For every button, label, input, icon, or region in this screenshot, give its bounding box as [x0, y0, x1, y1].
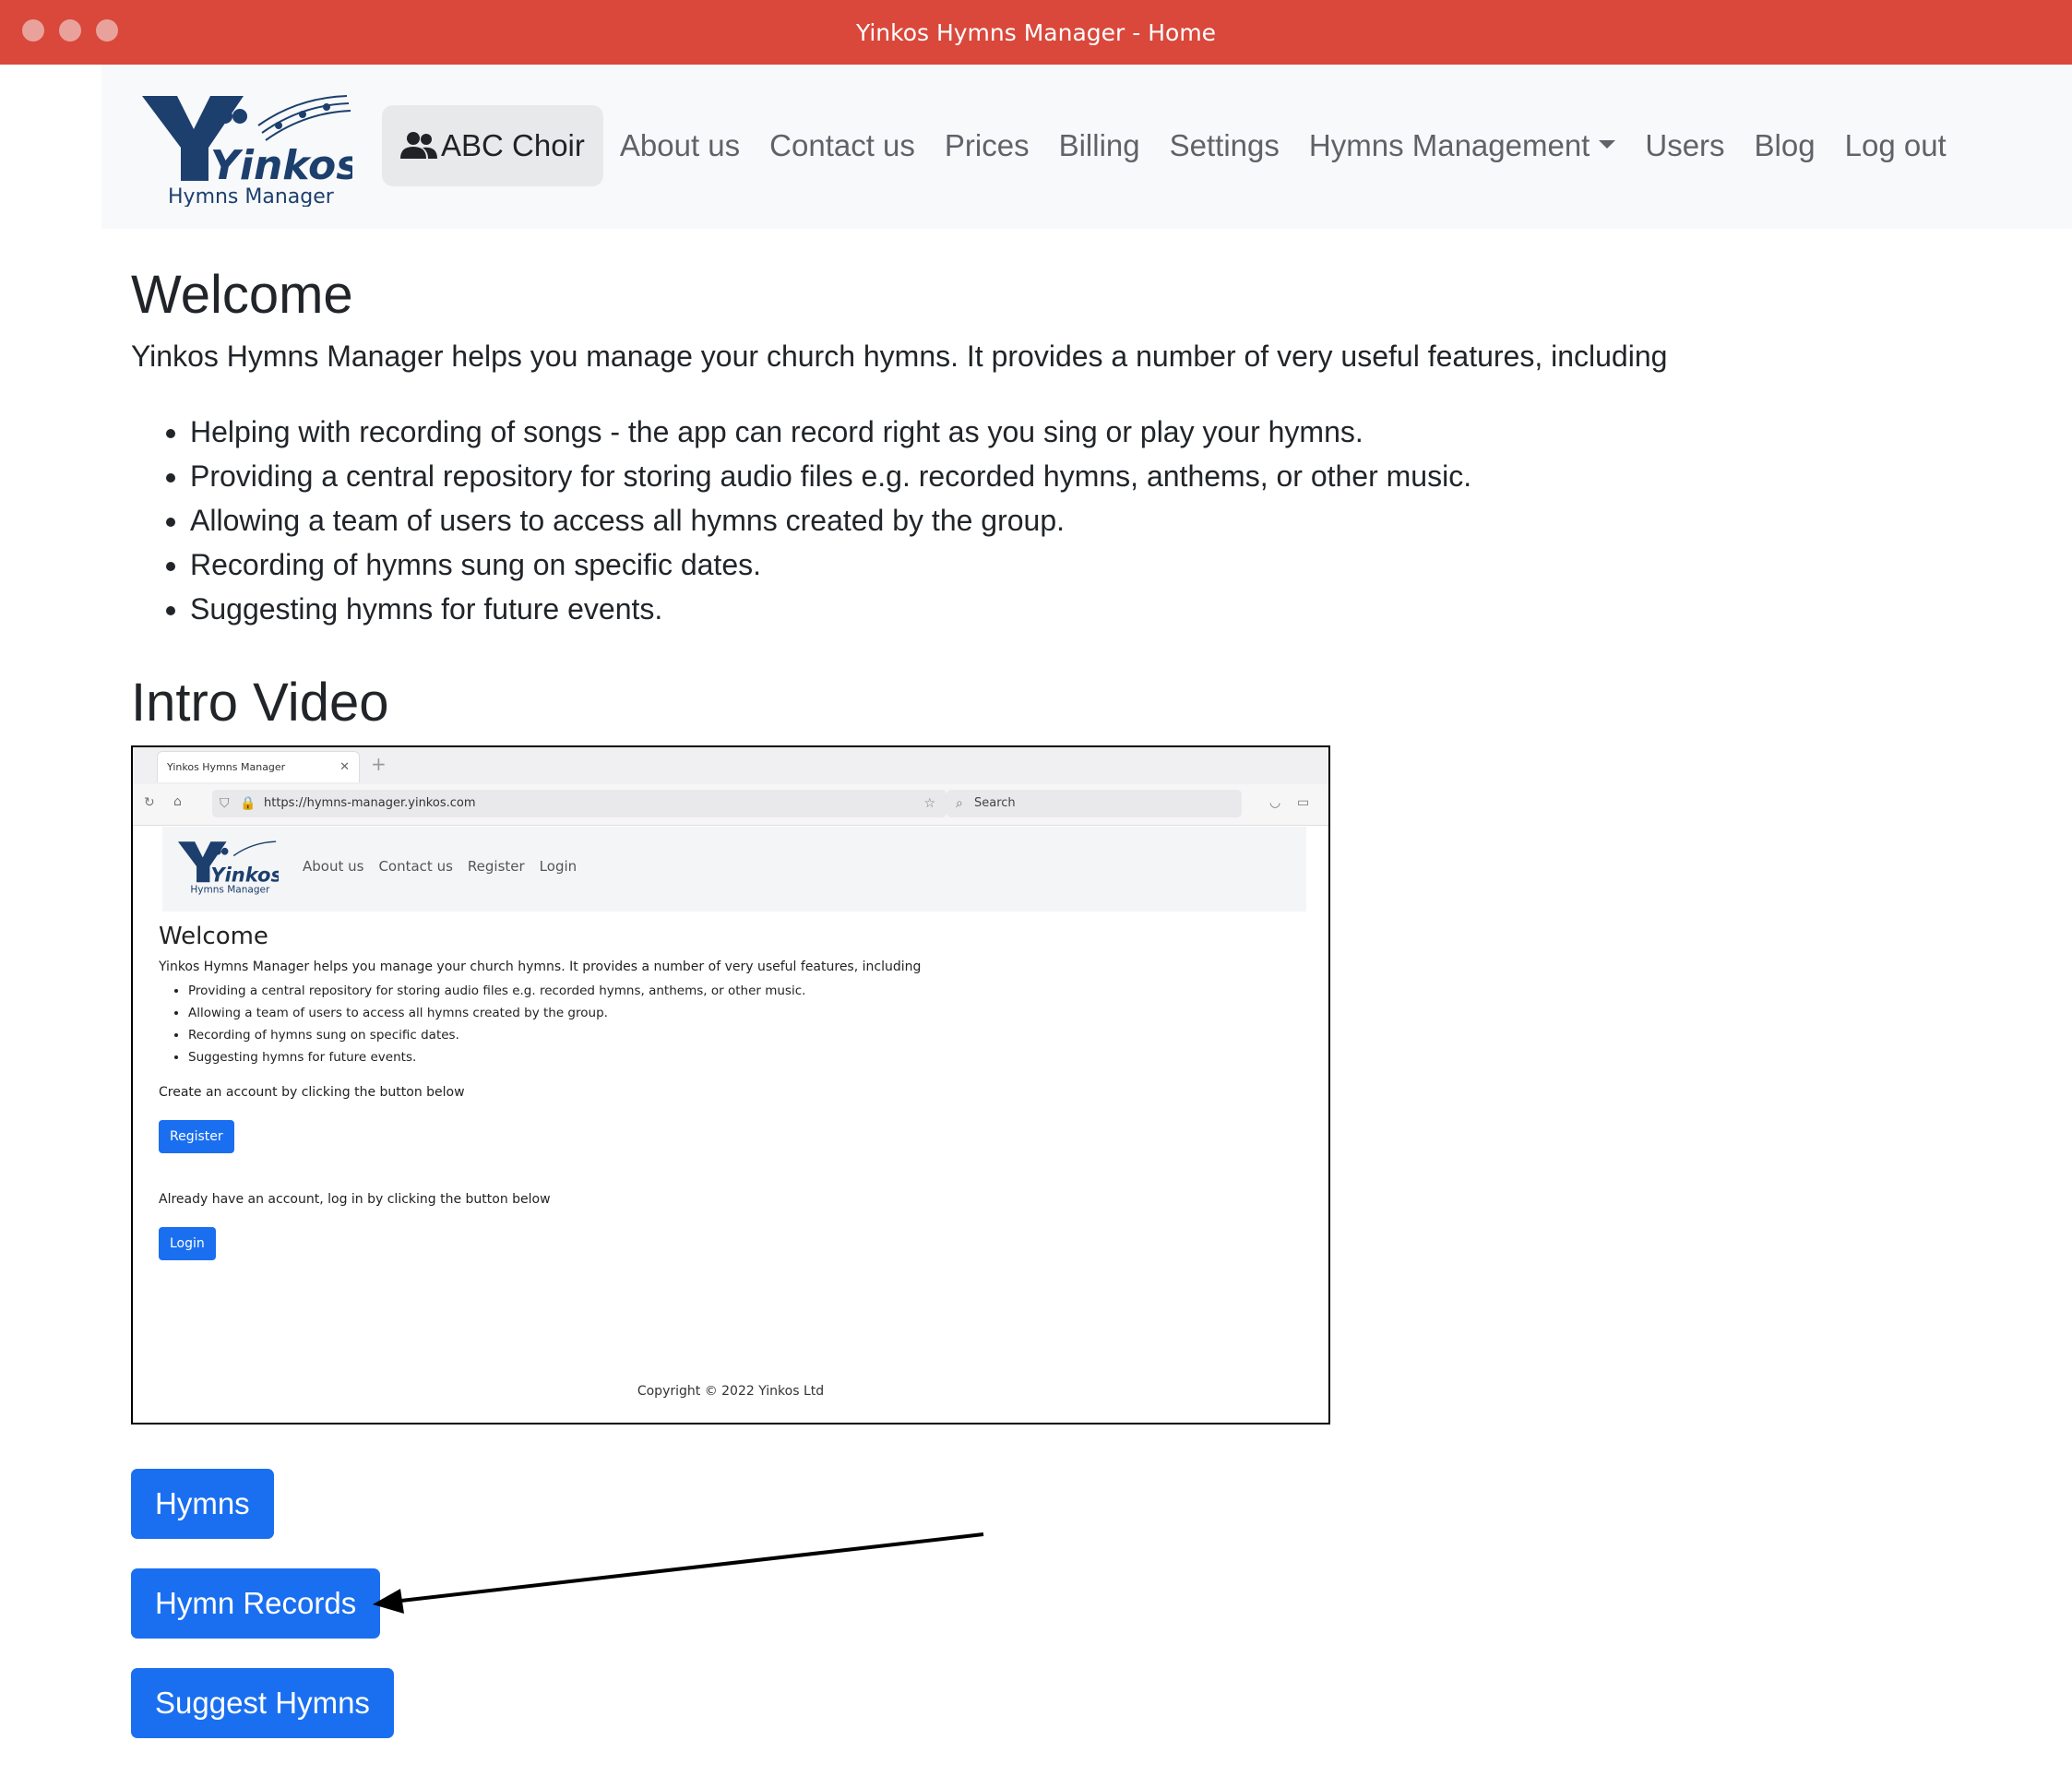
plus-icon: + — [371, 753, 387, 775]
video-login-text: Already have an account, log in by click… — [159, 1192, 551, 1207]
suggest-hymns-button[interactable]: Suggest Hymns — [131, 1668, 394, 1738]
feature-item: Providing a central repository for stori… — [190, 454, 1471, 498]
nav-item-abc-choir[interactable]: ABC Choir — [382, 105, 603, 186]
video-register-button: Register — [159, 1120, 234, 1153]
zoom-window-button[interactable] — [96, 19, 118, 42]
video-logo-text: Yinkos — [210, 863, 279, 886]
lock-icon: 🔒 — [240, 796, 256, 811]
minimize-window-button[interactable] — [59, 19, 81, 42]
star-icon: ☆ — [923, 796, 935, 811]
annotation-arrow-icon — [373, 1532, 984, 1614]
video-nav-about: About us — [303, 858, 364, 875]
video-create-text: Create an account by clicking the button… — [159, 1085, 465, 1100]
video-feature-item: Allowing a team of users to access all h… — [188, 1002, 805, 1024]
nav-item-hymns-management[interactable]: Hymns Management — [1294, 105, 1630, 186]
welcome-heading: Welcome — [131, 265, 353, 325]
nav-item-contact-us[interactable]: Contact us — [755, 105, 930, 186]
yinkos-logo[interactable]: Yinkos Hymns Manager — [140, 89, 352, 207]
video-browser-tabbar: Yinkos Hymns Manager ✕ + — [133, 747, 1328, 784]
feature-list: Helping with recording of songs - the ap… — [131, 410, 1471, 631]
intro-video-heading: Intro Video — [131, 673, 389, 733]
hymn-records-button[interactable]: Hymn Records — [131, 1568, 381, 1639]
video-nav-links: About us Contact us Register Login — [303, 858, 577, 875]
video-login-button: Login — [159, 1227, 216, 1260]
video-logo-subtitle: Hymns Manager — [190, 885, 270, 896]
nav-item-billing[interactable]: Billing — [1044, 105, 1155, 186]
intro-text: Yinkos Hymns Manager helps you manage yo… — [131, 340, 1668, 373]
logo-subtitle: Hymns Manager — [168, 185, 335, 207]
home-icon: ⌂ — [173, 794, 182, 809]
nav-item-users[interactable]: Users — [1630, 105, 1739, 186]
close-window-button[interactable] — [22, 19, 44, 42]
video-search-field: ⌕ Search — [947, 790, 1242, 817]
video-footer: Copyright © 2022 Yinkos Ltd — [637, 1384, 825, 1399]
video-tab-title: Yinkos Hymns Manager — [167, 761, 286, 773]
reload-icon: ↻ — [144, 795, 155, 810]
video-search-placeholder: Search — [974, 796, 1016, 810]
nav-item-label: ABC Choir — [441, 128, 585, 162]
intro-video[interactable]: Yinkos Hymns Manager ✕ + ↻ ⌂ ⛉ 🔒 https:/… — [131, 745, 1330, 1424]
video-url-field: ⛉ 🔒 https://hymns-manager.yinkos.com ☆ — [212, 790, 947, 817]
feature-item: Recording of hymns sung on specific date… — [190, 542, 1471, 587]
nav-item-settings[interactable]: Settings — [1155, 105, 1294, 186]
window-controls[interactable] — [22, 19, 118, 42]
nav-item-about-us[interactable]: About us — [605, 105, 755, 186]
feature-item: Suggesting hymns for future events. — [190, 587, 1471, 631]
nav-item-blog[interactable]: Blog — [1740, 105, 1830, 186]
video-url-text: https://hymns-manager.yinkos.com — [264, 796, 476, 810]
video-nav-register: Register — [467, 858, 525, 875]
logo-text: Yinkos — [210, 142, 352, 189]
window-title: Yinkos Hymns Manager - Home — [855, 18, 1217, 46]
video-welcome-heading: Welcome — [159, 923, 268, 950]
nav-item-label: Hymns Management — [1308, 128, 1590, 162]
search-icon: ⌕ — [956, 796, 963, 811]
video-feature-list: Providing a central repository for stori… — [159, 980, 805, 1068]
video-feature-item: Recording of hymns sung on specific date… — [188, 1024, 805, 1046]
window-titlebar: Yinkos Hymns Manager - Home — [0, 0, 2072, 65]
main-nav: ABC Choir About us Contact us Prices Bil… — [382, 105, 1961, 186]
video-feature-item: Providing a central repository for stori… — [188, 980, 805, 1002]
feature-item: Helping with recording of songs - the ap… — [190, 410, 1471, 454]
video-feature-item: Suggesting hymns for future events. — [188, 1046, 805, 1068]
video-browser-tab: Yinkos Hymns Manager ✕ — [157, 751, 360, 782]
shield-icon: ⛉ — [220, 796, 230, 811]
video-yinkos-logo: Yinkos Hymns Manager — [177, 840, 279, 896]
hymns-button[interactable]: Hymns — [131, 1469, 274, 1539]
feature-item: Allowing a team of users to access all h… — [190, 498, 1471, 542]
navbar: Yinkos Hymns Manager ABC Choir About us … — [101, 65, 2072, 229]
nav-item-log-out[interactable]: Log out — [1830, 105, 1961, 186]
pocket-icon: ◡ — [1269, 795, 1281, 810]
caret-down-icon — [1599, 139, 1616, 149]
close-icon: ✕ — [339, 760, 350, 774]
video-browser-urlbar: ↻ ⌂ ⛉ 🔒 https://hymns-manager.yinkos.com… — [133, 784, 1328, 826]
users-icon — [400, 132, 437, 159]
video-intro-text: Yinkos Hymns Manager helps you manage yo… — [159, 960, 922, 974]
nav-item-prices[interactable]: Prices — [930, 105, 1044, 186]
video-nav-login: Login — [539, 858, 578, 875]
video-nav-contact: Contact us — [378, 858, 453, 875]
sidebar-icon: ▭ — [1297, 795, 1310, 810]
video-site-navbar: Yinkos Hymns Manager About us Contact us… — [162, 827, 1306, 912]
music-notes-icon — [257, 95, 351, 141]
